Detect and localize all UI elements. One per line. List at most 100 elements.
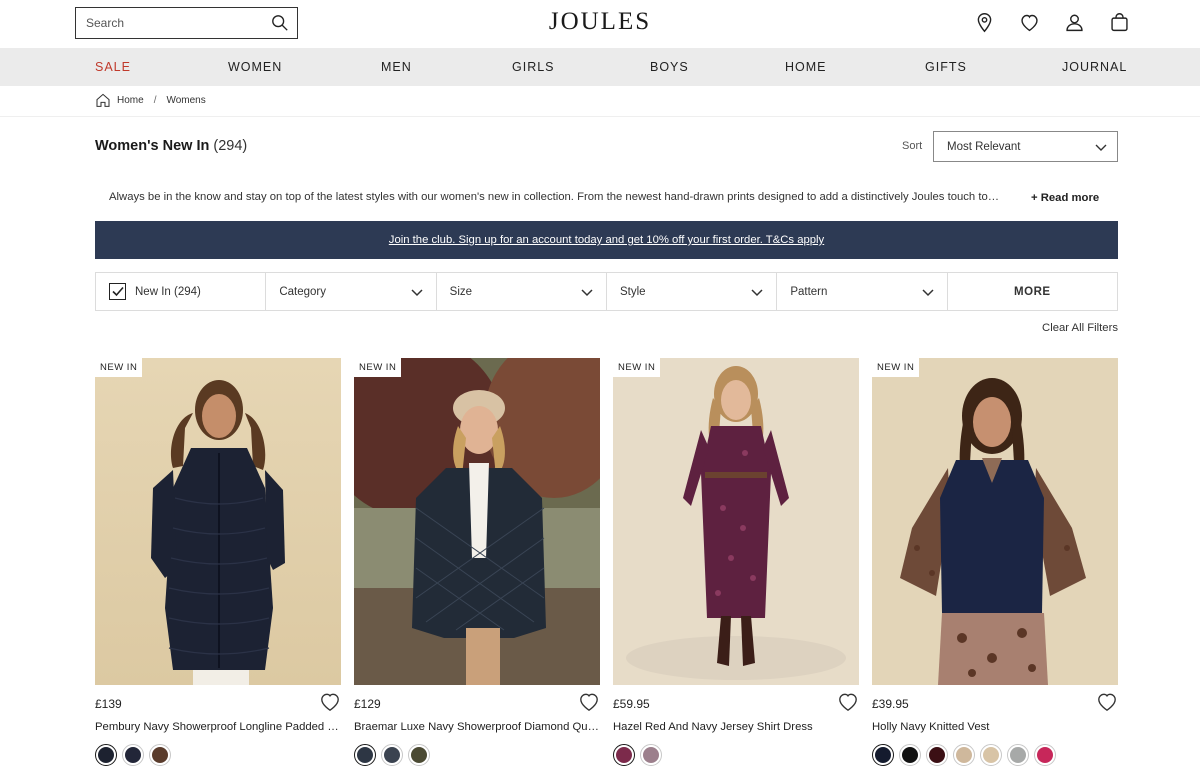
filter-style[interactable]: Style bbox=[607, 273, 778, 310]
color-swatch[interactable] bbox=[95, 744, 117, 766]
nav-women[interactable]: WOMEN bbox=[228, 60, 282, 74]
wishlist-heart-icon[interactable] bbox=[837, 692, 859, 712]
color-swatch[interactable] bbox=[381, 744, 403, 766]
color-swatch[interactable] bbox=[613, 744, 635, 766]
breadcrumb-home[interactable]: Home bbox=[117, 95, 144, 106]
filter-pattern[interactable]: Pattern bbox=[777, 273, 948, 310]
swatch-color bbox=[152, 747, 168, 763]
product-name[interactable]: Braemar Luxe Navy Showerproof Diamond Qu… bbox=[354, 721, 600, 733]
swatch-color bbox=[357, 747, 373, 763]
nav-sale[interactable]: SALE bbox=[95, 60, 131, 74]
product-price: £129 bbox=[354, 697, 381, 711]
product-card[interactable]: NEW IN £139 Pembury Navy Showerproof Lon… bbox=[95, 358, 341, 766]
color-swatch[interactable] bbox=[408, 744, 430, 766]
sort-label: Sort bbox=[902, 140, 923, 152]
product-card[interactable]: NEW IN £129 Braemar Luxe Navy Showerproo… bbox=[354, 358, 600, 766]
filter-size-label: Size bbox=[449, 285, 473, 298]
new-in-badge: NEW IN bbox=[95, 358, 143, 377]
color-swatch[interactable] bbox=[354, 744, 376, 766]
filter-new-in[interactable]: New In (294) bbox=[96, 273, 267, 310]
swatch-color bbox=[643, 747, 659, 763]
nav-gifts[interactable]: GIFTS bbox=[925, 60, 967, 74]
product-name[interactable]: Holly Navy Knitted Vest bbox=[872, 721, 1118, 733]
swatch-color bbox=[616, 747, 632, 763]
product-image[interactable]: NEW IN bbox=[613, 358, 859, 685]
filter-new-in-label: New In (294) bbox=[135, 285, 201, 298]
nav-home[interactable]: HOME bbox=[785, 60, 827, 74]
club-signup-link[interactable]: Join the club. Sign up for an account to… bbox=[389, 234, 824, 246]
color-swatch[interactable] bbox=[899, 744, 921, 766]
swatch-color bbox=[98, 747, 114, 763]
color-swatch[interactable] bbox=[872, 744, 894, 766]
sort-dropdown[interactable]: Most Relevant bbox=[933, 131, 1118, 162]
bag-icon[interactable] bbox=[1109, 12, 1130, 33]
filter-size[interactable]: Size bbox=[437, 273, 607, 310]
filter-pattern-label: Pattern bbox=[790, 285, 828, 298]
page-title: Women's New In (294) bbox=[95, 138, 247, 154]
color-swatches bbox=[354, 744, 430, 766]
product-photo-dress bbox=[613, 358, 859, 685]
nav-men[interactable]: MEN bbox=[381, 60, 412, 74]
swatch-color bbox=[875, 747, 891, 763]
product-card[interactable]: NEW IN £59.95 Hazel Red And Navy Jersey … bbox=[613, 358, 859, 766]
store-locator-icon[interactable] bbox=[974, 12, 995, 33]
product-image[interactable]: NEW IN bbox=[354, 358, 600, 685]
wishlist-heart-icon[interactable] bbox=[319, 692, 341, 712]
new-in-badge: NEW IN bbox=[872, 358, 920, 377]
checkmark-icon bbox=[111, 286, 124, 297]
swatch-color bbox=[902, 747, 918, 763]
account-icon[interactable] bbox=[1064, 12, 1085, 33]
page-title-text: Women's New In bbox=[95, 138, 210, 154]
color-swatch[interactable] bbox=[953, 744, 975, 766]
nav-girls[interactable]: GIRLS bbox=[512, 60, 555, 74]
product-image[interactable]: NEW IN bbox=[872, 358, 1118, 685]
color-swatch[interactable] bbox=[122, 744, 144, 766]
wishlist-heart-icon[interactable] bbox=[578, 692, 600, 712]
product-card[interactable]: NEW IN £39.95 Holly Navy Knitted Vest bbox=[872, 358, 1118, 766]
color-swatch[interactable] bbox=[1007, 744, 1029, 766]
clear-all-filters-link[interactable]: Clear All Filters bbox=[1042, 322, 1118, 334]
chevron-down-icon bbox=[922, 289, 934, 297]
home-icon[interactable] bbox=[95, 92, 111, 108]
swatch-color bbox=[384, 747, 400, 763]
filter-category[interactable]: Category bbox=[266, 273, 437, 310]
product-price: £59.95 bbox=[613, 697, 650, 711]
nav-boys[interactable]: BOYS bbox=[650, 60, 689, 74]
wishlist-heart-icon[interactable] bbox=[1096, 692, 1118, 712]
divider bbox=[0, 116, 1200, 117]
filter-category-label: Category bbox=[279, 285, 326, 298]
product-image[interactable]: NEW IN bbox=[95, 358, 341, 685]
filter-style-label: Style bbox=[619, 285, 646, 298]
new-in-checkbox[interactable] bbox=[109, 283, 126, 300]
product-photo-jacket bbox=[354, 358, 600, 685]
swatch-color bbox=[125, 747, 141, 763]
site-header: JOULES bbox=[0, 0, 1200, 48]
color-swatch[interactable] bbox=[149, 744, 171, 766]
read-more-link[interactable]: + Read more bbox=[1031, 192, 1099, 204]
color-swatch[interactable] bbox=[926, 744, 948, 766]
result-count: (294) bbox=[213, 138, 248, 154]
breadcrumb-separator: / bbox=[153, 94, 157, 106]
product-name[interactable]: Hazel Red And Navy Jersey Shirt Dress bbox=[613, 721, 859, 733]
product-price: £139 bbox=[95, 697, 122, 711]
chevron-down-icon bbox=[411, 289, 423, 297]
chevron-down-icon bbox=[581, 289, 593, 297]
color-swatch[interactable] bbox=[640, 744, 662, 766]
club-banner: Join the club. Sign up for an account to… bbox=[95, 221, 1118, 259]
wishlist-icon[interactable] bbox=[1019, 12, 1040, 33]
product-name[interactable]: Pembury Navy Showerproof Longline Padded… bbox=[95, 721, 341, 733]
color-swatch[interactable] bbox=[980, 744, 1002, 766]
swatch-color bbox=[411, 747, 427, 763]
nav-journal[interactable]: JOURNAL bbox=[1062, 60, 1127, 74]
chevron-down-icon bbox=[1095, 144, 1107, 151]
sort-value: Most Relevant bbox=[947, 140, 1021, 153]
new-in-badge: NEW IN bbox=[354, 358, 402, 377]
color-swatch[interactable] bbox=[1034, 744, 1056, 766]
product-photo-coat bbox=[95, 358, 341, 685]
swatch-color bbox=[929, 747, 945, 763]
color-swatches bbox=[95, 744, 171, 766]
filter-more-button[interactable]: MORE bbox=[948, 273, 1117, 310]
color-swatches bbox=[872, 744, 1056, 766]
breadcrumb-current[interactable]: Womens bbox=[166, 95, 205, 106]
swatch-color bbox=[983, 747, 999, 763]
